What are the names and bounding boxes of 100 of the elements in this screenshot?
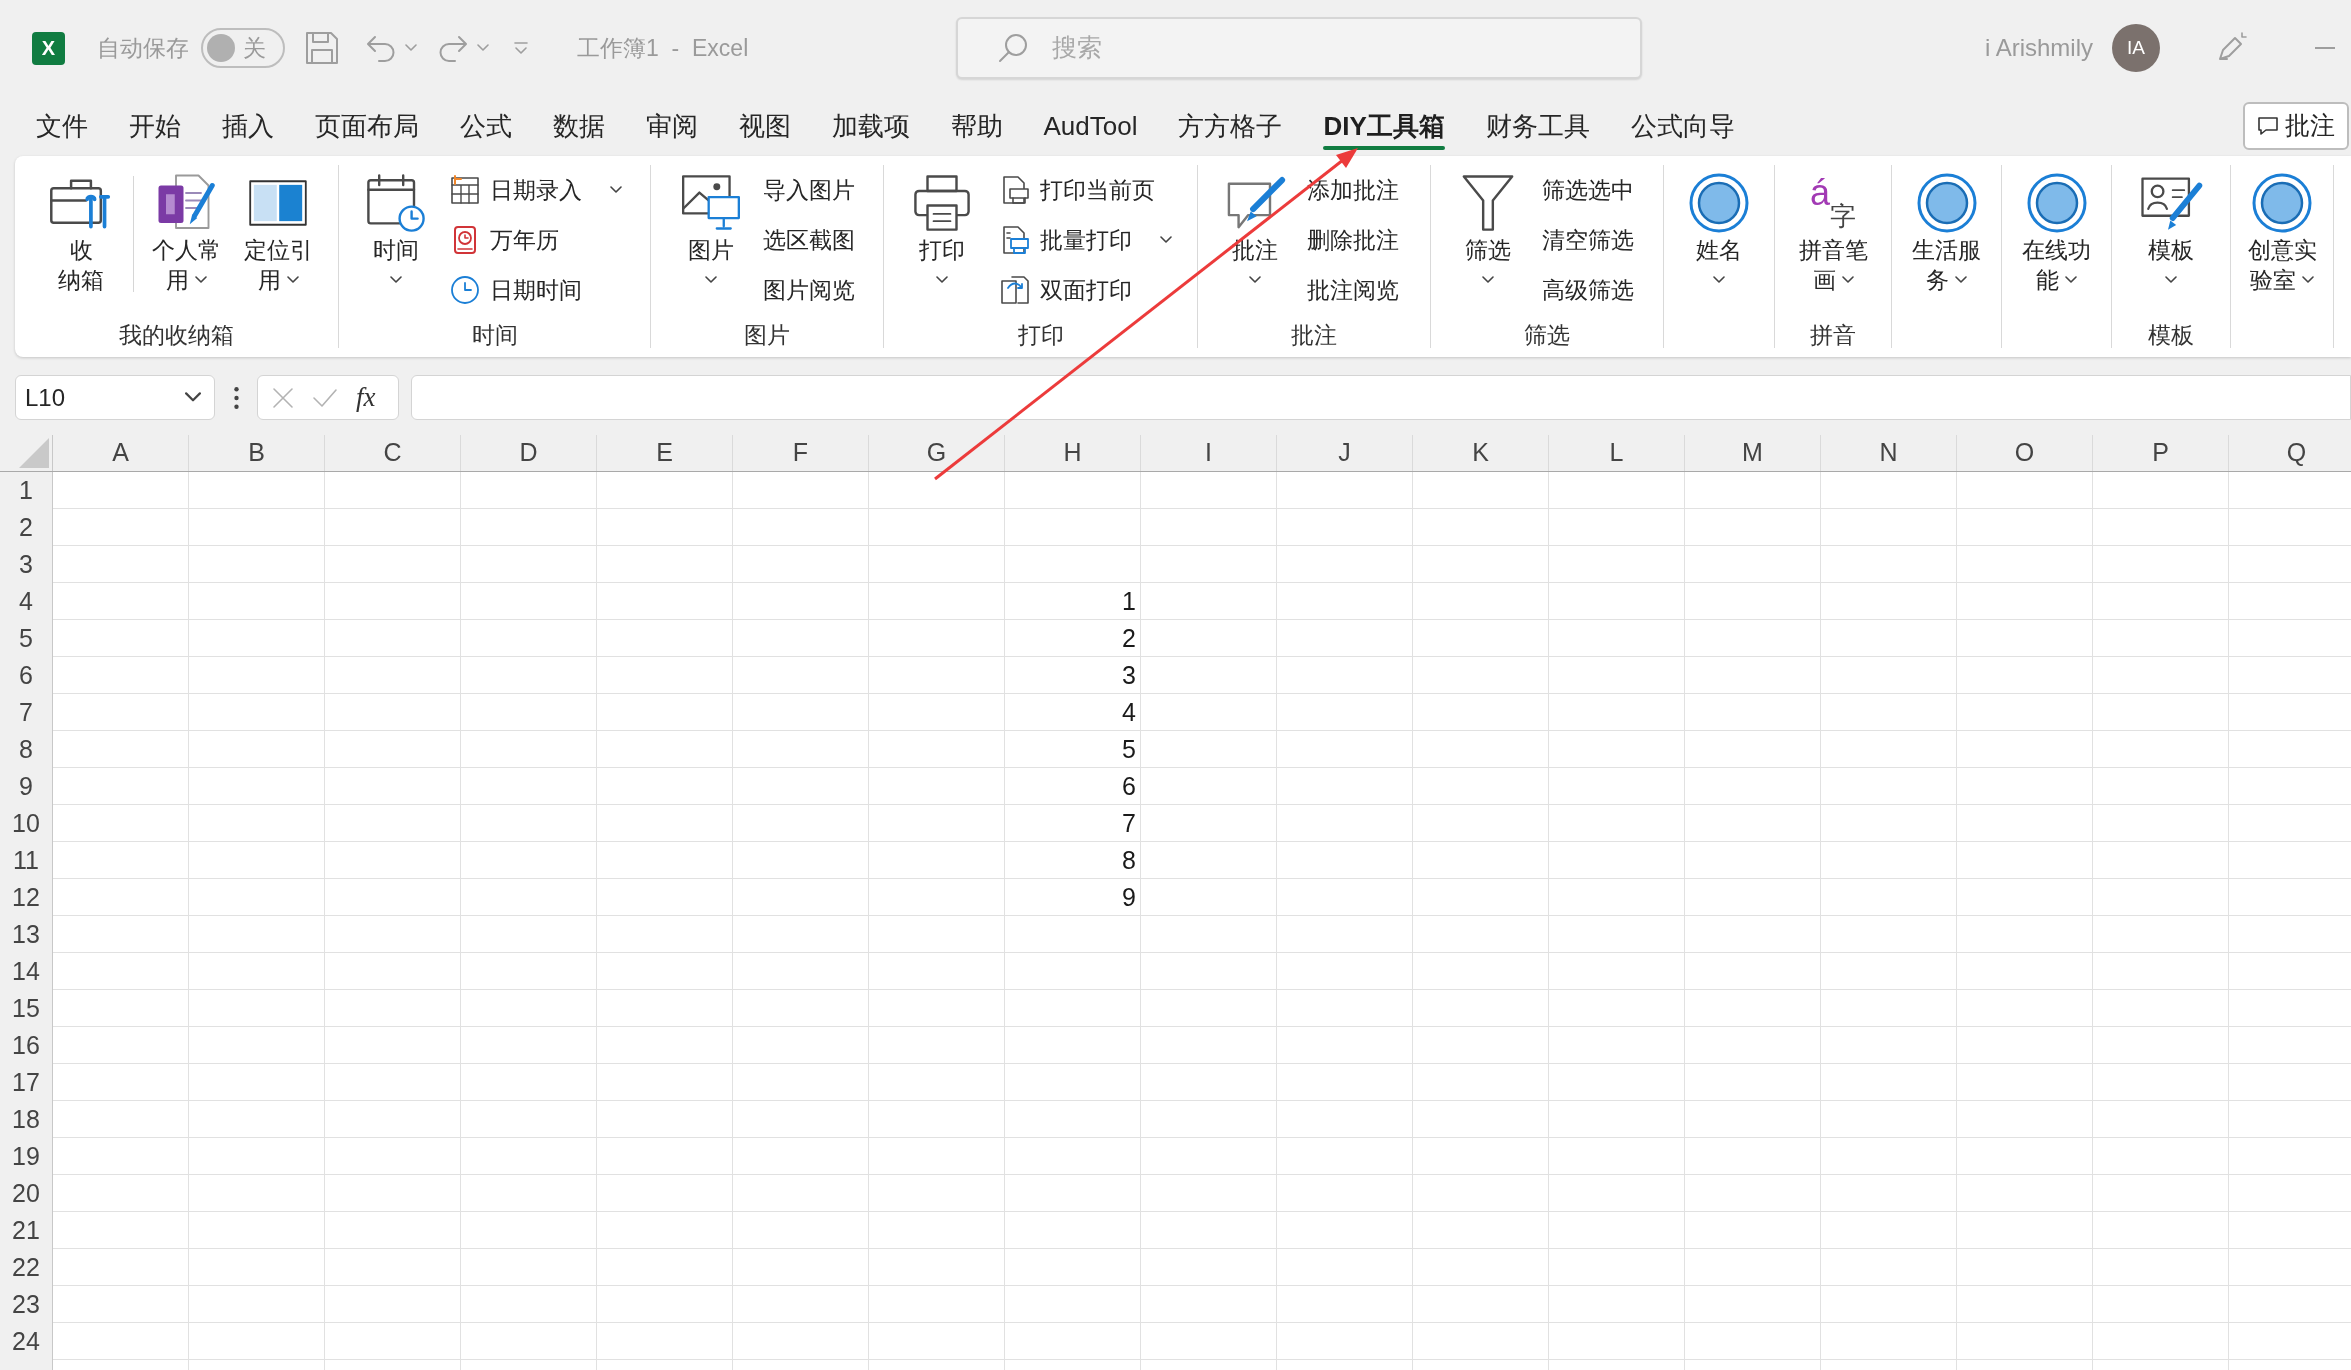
ribbon-tab[interactable]: 数据 bbox=[532, 96, 625, 156]
ribbon-button[interactable]: 在线功 能 bbox=[2016, 165, 2097, 295]
ribbon-small-button[interactable]: 双面打印 bbox=[1000, 265, 1172, 315]
insert-function-button[interactable]: fx bbox=[356, 384, 376, 411]
save-icon[interactable] bbox=[305, 31, 339, 65]
column-header[interactable]: N bbox=[1821, 435, 1957, 471]
group-label: 批注 bbox=[1291, 322, 1337, 348]
ribbon-tab[interactable]: 帮助 bbox=[930, 96, 1023, 156]
select-all-icon[interactable] bbox=[19, 438, 49, 468]
ribbon-small-button[interactable]: 添加批注 bbox=[1307, 165, 1399, 215]
row-header[interactable]: 11 bbox=[0, 842, 52, 879]
ribbon-small-button[interactable]: 批量打印 bbox=[1000, 215, 1172, 265]
row-header[interactable]: 16 bbox=[0, 1027, 52, 1064]
column-header[interactable]: O bbox=[1957, 435, 2093, 471]
customize-icon[interactable] bbox=[513, 41, 529, 55]
column-header[interactable]: D bbox=[461, 435, 597, 471]
ribbon-button[interactable]: 模板 bbox=[2131, 165, 2211, 295]
ribbon-small-button[interactable]: 日期录入 bbox=[450, 165, 622, 215]
ribbon-tab[interactable]: 方方格子 bbox=[1157, 96, 1303, 156]
ribbon-tab[interactable]: 视图 bbox=[718, 96, 811, 156]
column-header[interactable]: K bbox=[1413, 435, 1549, 471]
ribbon-small-button[interactable]: 日期时间 bbox=[450, 265, 622, 315]
row-header[interactable]: 8 bbox=[0, 731, 52, 768]
ribbon-small-button[interactable]: 选区截图 bbox=[763, 215, 855, 265]
row-header[interactable]: 2 bbox=[0, 509, 52, 546]
row-header[interactable]: 14 bbox=[0, 953, 52, 990]
ribbon-tab[interactable]: 公式 bbox=[439, 96, 532, 156]
ribbon-tab[interactable]: 加载项 bbox=[811, 96, 930, 156]
ribbon-button[interactable]: 收 纳箱 bbox=[41, 165, 121, 295]
row-header[interactable]: 19 bbox=[0, 1138, 52, 1175]
check-icon[interactable] bbox=[312, 387, 338, 408]
user-avatar[interactable]: IA bbox=[2112, 24, 2160, 72]
row-header[interactable]: 3 bbox=[0, 546, 52, 583]
column-header[interactable]: M bbox=[1685, 435, 1821, 471]
column-header[interactable]: H bbox=[1005, 435, 1141, 471]
comments-button[interactable]: 批注 bbox=[2243, 102, 2349, 150]
column-header[interactable]: I bbox=[1141, 435, 1277, 471]
ribbon-button[interactable]: 打印 bbox=[902, 165, 982, 295]
ribbon-tab[interactable]: 文件 bbox=[15, 96, 108, 156]
ribbon-button[interactable]: 批注 bbox=[1215, 165, 1295, 295]
row-header[interactable]: 15 bbox=[0, 990, 52, 1027]
ribbon-small-button[interactable]: 清空筛选 bbox=[1542, 215, 1634, 265]
column-header[interactable]: P bbox=[2093, 435, 2229, 471]
ribbon-button[interactable]: 筛选 bbox=[1448, 165, 1528, 295]
ribbon-small-button[interactable]: 导入图片 bbox=[763, 165, 855, 215]
ribbon-tab[interactable]: 审阅 bbox=[625, 96, 718, 156]
ribbon-button[interactable]: 生活服 务 bbox=[1906, 165, 1987, 295]
row-header[interactable]: 17 bbox=[0, 1064, 52, 1101]
row-header[interactable]: 5 bbox=[0, 620, 52, 657]
column-header[interactable]: L bbox=[1549, 435, 1685, 471]
ribbon-tab[interactable]: 插入 bbox=[201, 96, 294, 156]
ribbon-small-button[interactable]: 高级筛选 bbox=[1542, 265, 1634, 315]
ribbon-tab[interactable]: DIY工具箱 bbox=[1302, 96, 1466, 156]
row-header[interactable]: 21 bbox=[0, 1212, 52, 1249]
name-box[interactable]: L10 bbox=[15, 375, 215, 420]
ribbon-small-button[interactable]: 删除批注 bbox=[1307, 215, 1399, 265]
ribbon-small-button[interactable]: 图片阅览 bbox=[763, 265, 855, 315]
row-header[interactable]: 7 bbox=[0, 694, 52, 731]
ribbon-tab[interactable]: 公式向导 bbox=[1610, 96, 1756, 156]
undo-icon[interactable] bbox=[365, 33, 397, 63]
column-header[interactable]: F bbox=[733, 435, 869, 471]
row-header[interactable]: 6 bbox=[0, 657, 52, 694]
cancel-icon[interactable] bbox=[272, 386, 294, 409]
row-header[interactable]: 9 bbox=[0, 768, 52, 805]
column-header[interactable]: C bbox=[325, 435, 461, 471]
ribbon-button[interactable]: 个人常 用 bbox=[146, 165, 226, 295]
row-header[interactable]: 13 bbox=[0, 916, 52, 953]
row-header[interactable]: 22 bbox=[0, 1249, 52, 1286]
column-header[interactable]: G bbox=[869, 435, 1005, 471]
ribbon-small-button[interactable]: 打印当前页 bbox=[1000, 165, 1172, 215]
formula-input[interactable] bbox=[411, 375, 2351, 420]
row-header[interactable]: 18 bbox=[0, 1101, 52, 1138]
column-header[interactable]: Q bbox=[2229, 435, 2351, 471]
row-header[interactable]: 4 bbox=[0, 583, 52, 620]
row-header[interactable]: 24 bbox=[0, 1323, 52, 1360]
row-header[interactable]: 20 bbox=[0, 1175, 52, 1212]
dropdown-icon bbox=[184, 392, 202, 403]
row-header[interactable]: 1 bbox=[0, 472, 52, 509]
ribbon-tab[interactable]: 页面布局 bbox=[294, 96, 439, 156]
app-logo[interactable]: X bbox=[32, 31, 65, 65]
row-header[interactable]: 12 bbox=[0, 879, 52, 916]
row-header[interactable]: 10 bbox=[0, 805, 52, 842]
ribbon-button[interactable]: 图片 bbox=[671, 165, 751, 295]
ribbon-tab[interactable]: 财务工具 bbox=[1465, 96, 1611, 156]
more-icon[interactable] bbox=[234, 386, 239, 409]
redo-icon[interactable] bbox=[437, 33, 469, 63]
ribbon-tab[interactable]: 开始 bbox=[108, 96, 201, 156]
ribbon-button[interactable]: 创意实 验室 bbox=[2242, 165, 2322, 295]
ribbon-small-button[interactable]: 批注阅览 bbox=[1307, 265, 1399, 315]
ribbon-small-button[interactable]: 筛选选中 bbox=[1542, 165, 1634, 215]
column-header[interactable]: J bbox=[1277, 435, 1413, 471]
ribbon-tab[interactable]: AudTool bbox=[1023, 96, 1158, 156]
row-header[interactable]: 23 bbox=[0, 1286, 52, 1323]
ribbon-small-button[interactable]: 万年历 bbox=[450, 215, 622, 265]
ribbon-button[interactable]: 时间 bbox=[356, 165, 436, 295]
ribbon-button[interactable]: 姓名 bbox=[1679, 165, 1759, 295]
column-header[interactable]: A bbox=[53, 435, 189, 471]
column-header[interactable]: B bbox=[189, 435, 325, 471]
column-header[interactable]: E bbox=[597, 435, 733, 471]
ribbon-button[interactable]: 定位引 用 bbox=[238, 165, 318, 295]
